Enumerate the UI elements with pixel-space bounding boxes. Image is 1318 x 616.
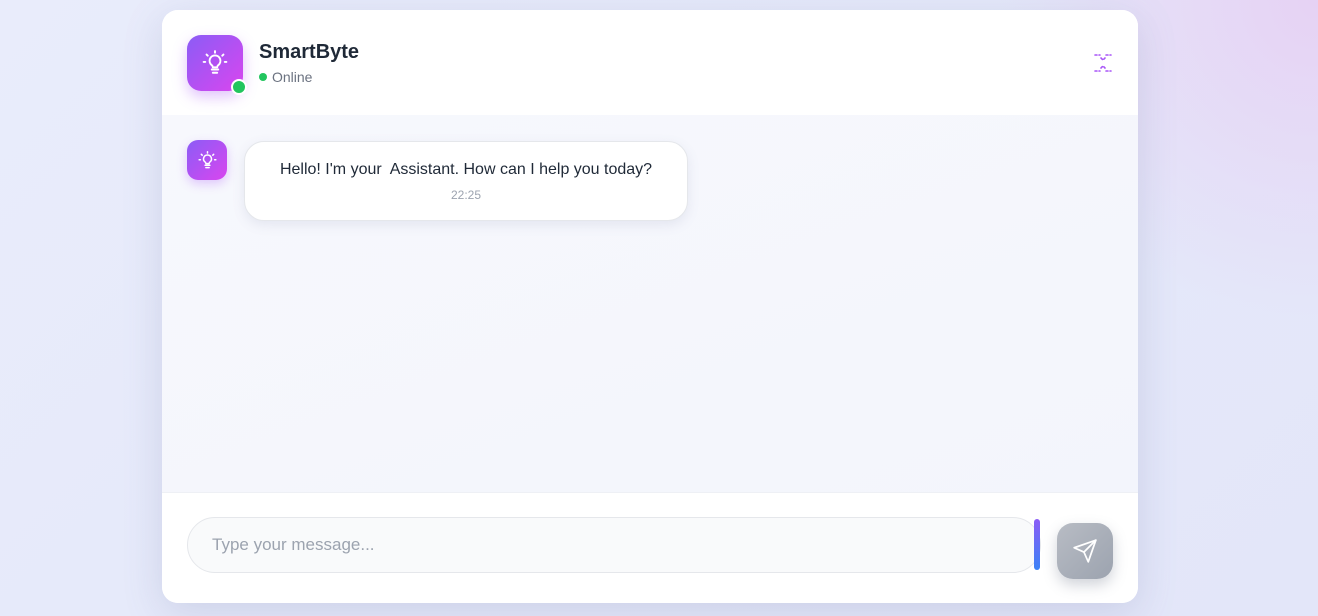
message-timestamp: 22:25 [450,188,482,202]
message-bubble: Hello! I'm your Assistant. How can I hel… [244,141,688,221]
bot-name: SmartByte [259,41,360,63]
message-text: Hello! I'm your Assistant. How can I hel… [279,161,653,178]
lightbulb-icon [197,150,217,168]
expand-button[interactable] [1092,52,1114,74]
message-input[interactable] [188,518,1040,572]
lightbulb-icon [202,50,228,74]
input-focus-indicator [1034,519,1040,570]
composer [162,492,1138,603]
message-list[interactable]: Hello! I'm your Assistant. How can I hel… [162,115,1138,492]
expand-icon [1094,54,1112,72]
send-button[interactable] [1057,523,1113,579]
online-indicator [231,79,247,95]
message-input-wrapper [187,517,1041,573]
send-icon [1073,539,1097,563]
status-dot [259,73,267,81]
status-line: Online [259,69,312,85]
status-text: Online [272,69,313,85]
chat-window: SmartByte Online Hello! I'm your Assista… [162,10,1138,603]
chat-header: SmartByte Online [162,10,1138,115]
message-avatar [187,140,227,180]
